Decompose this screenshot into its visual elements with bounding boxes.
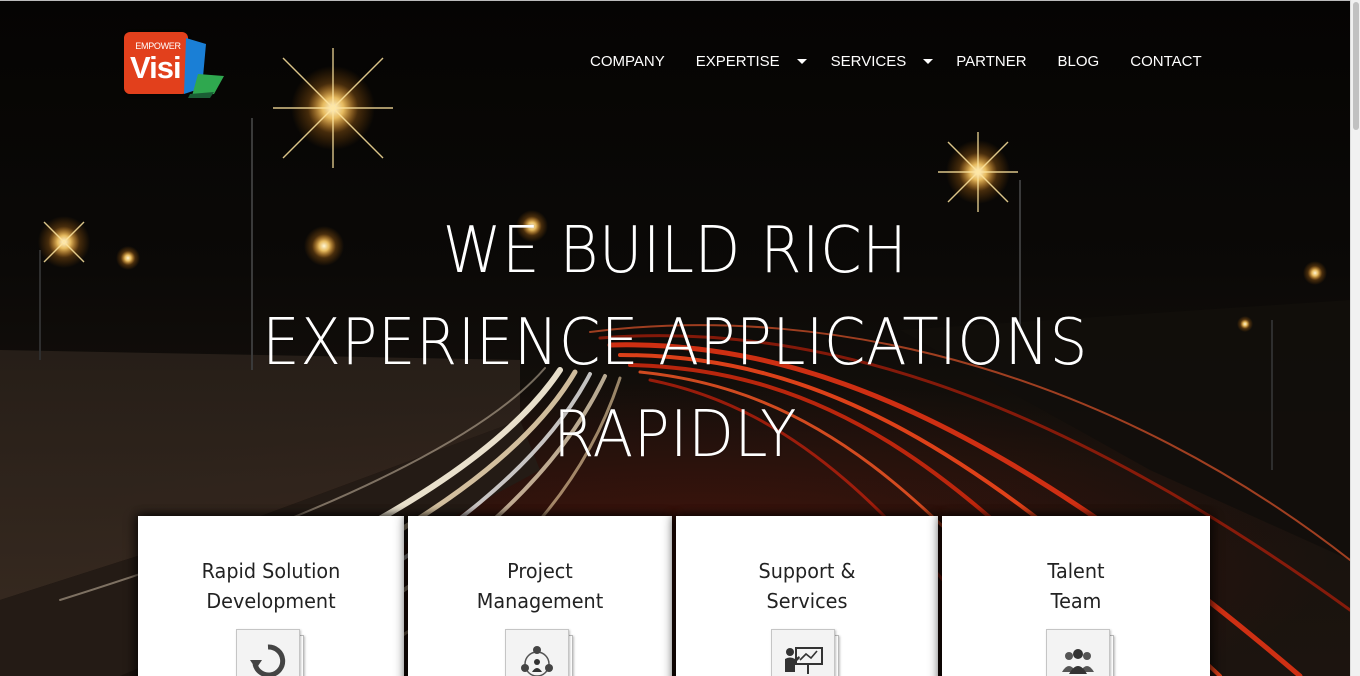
card-title-line-1: Support & — [758, 559, 856, 583]
card-title-line-1: Rapid Solution — [201, 559, 341, 583]
window-top-border — [0, 0, 1360, 1]
nav-item-blog[interactable]: BLOG — [1058, 53, 1100, 70]
logo-flag-icon — [184, 38, 224, 98]
card-icon-frame — [771, 629, 843, 676]
logo-badge: EMPOWER Visi — [124, 32, 188, 94]
headline-line-2: EXPERIENCE APPLICATIONS — [262, 306, 1088, 380]
hero-headline: WE BUILD RICH EXPERIENCE APPLICATIONS RA… — [187, 205, 1164, 481]
card-title: Rapid Solution Development — [143, 556, 398, 616]
headline-line-1: WE BUILD RICH — [442, 214, 908, 288]
brand-logo[interactable]: EMPOWER Visi — [124, 32, 228, 98]
card-title: Project Management — [413, 556, 666, 616]
logo-main-text: Visi — [130, 50, 182, 85]
nav-label-services: SERVICES — [830, 52, 907, 70]
nav-label-expertise: EXPERTISE — [695, 52, 780, 70]
nav-item-expertise[interactable]: EXPERTISE — [696, 53, 807, 70]
card-title: Talent Team — [947, 556, 1204, 616]
card-title-line-1: Talent — [1047, 559, 1105, 583]
presentation-icon — [785, 647, 823, 674]
nav-label-contact: CONTACT — [1130, 52, 1202, 70]
card-title: Support & Services — [681, 556, 933, 616]
expertise-caret-down-icon[interactable] — [796, 58, 807, 64]
card-icon-frame — [1046, 629, 1118, 676]
nav-item-services[interactable]: SERVICES — [831, 53, 934, 70]
service-cards: Rapid Solution Development Project Manag… — [138, 516, 1212, 676]
people-group-icon — [1062, 649, 1094, 674]
headline-line-3: RAPIDLY — [553, 398, 797, 472]
vertical-scrollbar[interactable] — [1350, 0, 1360, 676]
nav-label-company: COMPANY — [590, 52, 665, 70]
card-title-line-2: Services — [766, 589, 848, 613]
team-network-icon — [521, 646, 553, 676]
nav-label-blog: BLOG — [1057, 52, 1100, 70]
nav-item-contact[interactable]: CONTACT — [1130, 53, 1201, 70]
refresh-icon — [250, 644, 286, 676]
card-project-management[interactable]: Project Management — [408, 516, 672, 676]
card-support-and-services[interactable]: Support & Services — [676, 516, 938, 676]
card-title-line-2: Team — [1050, 589, 1102, 613]
nav-item-company[interactable]: COMPANY — [590, 53, 665, 70]
card-title-line-1: Project — [507, 559, 573, 583]
main-nav: COMPANY EXPERTISE SERVICES PARTNER BLOG … — [590, 51, 1202, 71]
card-icon-frame — [505, 629, 577, 676]
card-icon-frame — [236, 629, 308, 676]
nav-item-partner[interactable]: PARTNER — [956, 53, 1026, 70]
card-title-line-2: Management — [476, 589, 604, 613]
nav-label-partner: PARTNER — [956, 52, 1027, 70]
card-talent-team[interactable]: Talent Team — [942, 516, 1210, 676]
card-rapid-solution-development[interactable]: Rapid Solution Development — [138, 516, 404, 676]
card-title-line-2: Development — [206, 589, 336, 613]
services-caret-down-icon[interactable] — [923, 58, 934, 64]
scrollbar-thumb[interactable] — [1353, 2, 1359, 130]
hero-section: EMPOWER Visi COMPANY EXPERTISE SERVICES … — [0, 0, 1350, 676]
